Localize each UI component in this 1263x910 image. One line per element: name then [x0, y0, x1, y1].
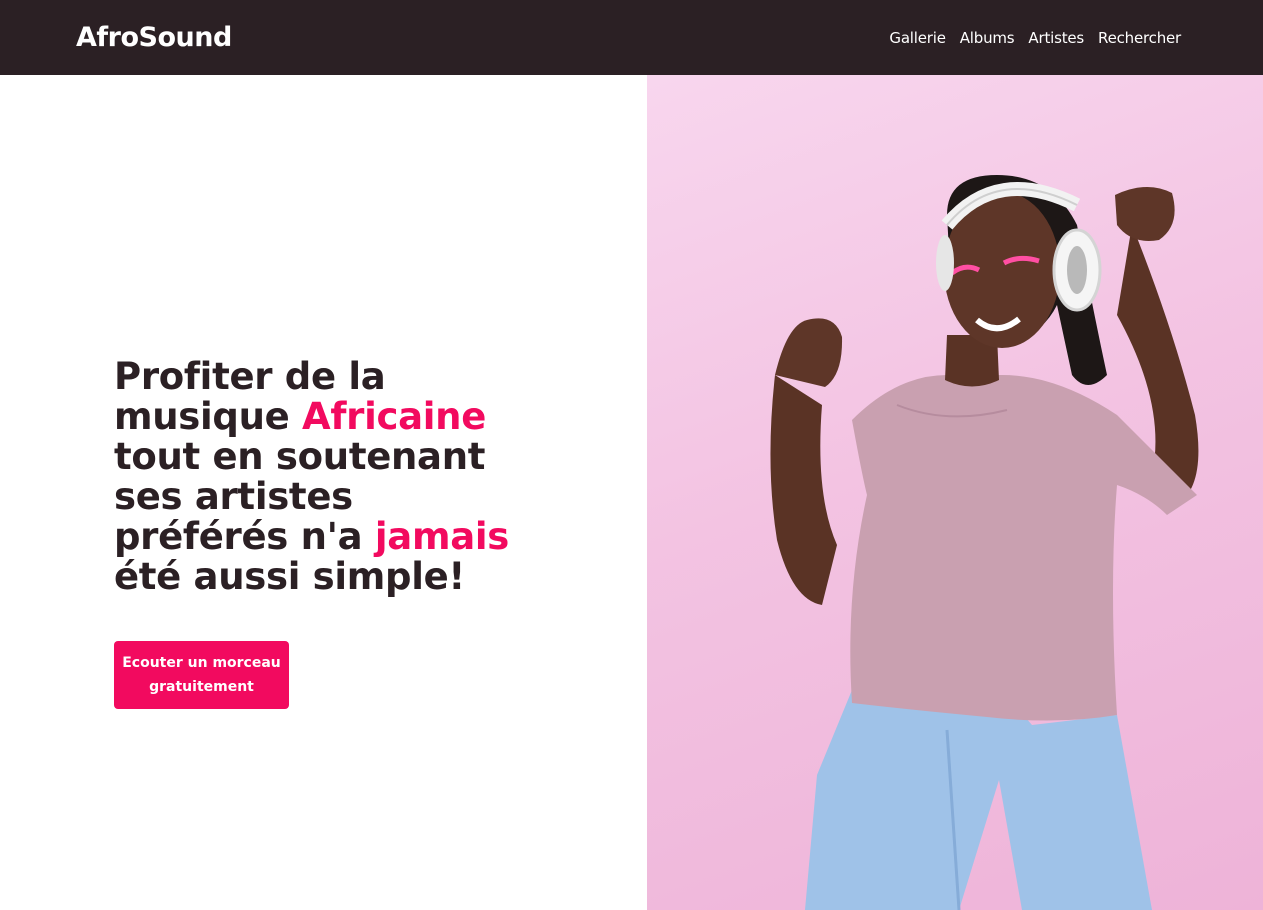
- listen-free-button[interactable]: Ecouter un morceau gratuitement: [114, 641, 289, 709]
- cta-label-line2: gratuitement: [149, 679, 254, 695]
- nav-link-albums[interactable]: Albums: [960, 27, 1015, 49]
- cta-label-line1: Ecouter un morceau: [122, 655, 281, 671]
- headline-accent-jamais: jamais: [374, 515, 509, 558]
- hero-section: Profiter de la musique Africaine tout en…: [0, 75, 647, 910]
- headline-text-3: été aussi simple!: [114, 555, 465, 598]
- nav-link-rechercher[interactable]: Rechercher: [1098, 27, 1181, 49]
- navbar: AfroSound Gallerie Albums Artistes Reche…: [0, 0, 1263, 75]
- hero-headline: Profiter de la musique Africaine tout en…: [114, 357, 514, 597]
- brand-logo[interactable]: AfroSound: [76, 20, 232, 56]
- nav-menu: Gallerie Albums Artistes Rechercher: [889, 27, 1181, 49]
- nav-link-gallerie[interactable]: Gallerie: [889, 27, 946, 49]
- woman-with-headphones-illustration: [770, 175, 1199, 910]
- nav-link-artistes[interactable]: Artistes: [1028, 27, 1084, 49]
- headline-accent-africaine: Africaine: [302, 395, 486, 438]
- hero-photo: [647, 75, 1263, 910]
